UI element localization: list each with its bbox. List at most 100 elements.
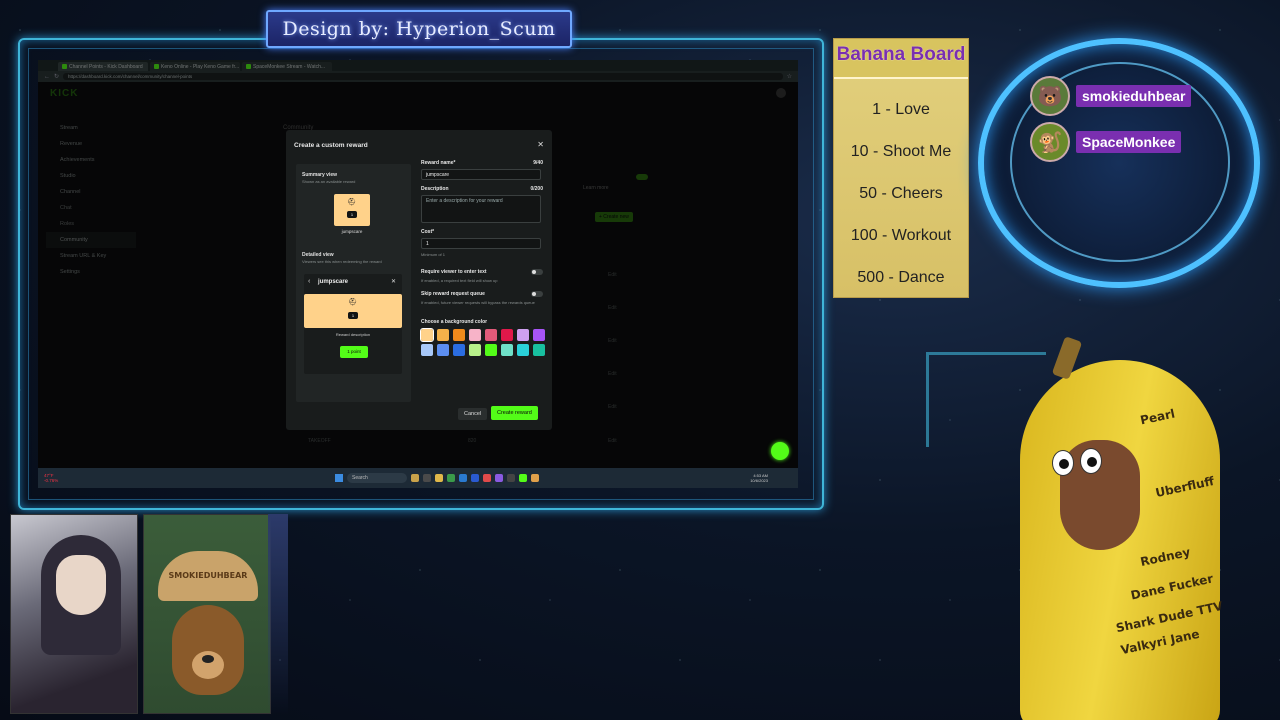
cost-label: Cost* xyxy=(421,229,435,235)
cost-hint: Minimum of 1 xyxy=(421,252,446,257)
chrome-icon[interactable] xyxy=(531,474,539,482)
color-swatch[interactable] xyxy=(533,329,545,341)
windows-start-icon[interactable] xyxy=(335,474,343,482)
hat-label: SMOKIEDUHBEAR xyxy=(168,571,248,580)
color-swatch[interactable] xyxy=(517,344,529,356)
require-text-label: Require viewer to enter text xyxy=(421,269,487,275)
viewer-name: SpaceMonkee xyxy=(1076,131,1182,153)
color-swatch[interactable] xyxy=(437,329,449,341)
require-text-toggle[interactable] xyxy=(531,269,543,275)
description-textarea[interactable]: Enter a description for your reward xyxy=(421,195,541,223)
taskbar-app-icon[interactable] xyxy=(471,474,479,482)
create-reward-button[interactable]: Create reward xyxy=(491,406,538,420)
skip-queue-toggle[interactable] xyxy=(531,291,543,297)
taskbar-app-icon[interactable] xyxy=(423,474,431,482)
banana-board-title: Banana Board xyxy=(834,39,968,79)
folder-icon[interactable] xyxy=(435,474,443,482)
chevron-left-icon: ‹ xyxy=(308,278,311,285)
bear-head xyxy=(172,605,244,695)
skip-queue-hint: If enabled, future viewer requests will … xyxy=(421,300,535,305)
reward-name-input[interactable]: jumpscare xyxy=(421,169,541,180)
reward-icon: ⛑ xyxy=(348,299,357,306)
taskbar-app-icon[interactable] xyxy=(411,474,419,482)
taskbar-search[interactable]: Search xyxy=(347,473,407,483)
detailed-preview: ‹ jumpscare ✕ ⛑ 1 Reward description 1 p… xyxy=(304,274,402,374)
detailed-view-label: Detailed view xyxy=(302,252,334,258)
color-swatch[interactable] xyxy=(517,329,529,341)
color-swatch[interactable] xyxy=(501,344,513,356)
bear-nose xyxy=(202,655,214,663)
board-item: 50 - Cheers xyxy=(859,185,943,202)
webcam-bear: SMOKIEDUHBEAR xyxy=(143,514,271,714)
color-swatch[interactable] xyxy=(533,344,545,356)
taskbar-app-icon[interactable] xyxy=(447,474,455,482)
support-chat-button[interactable] xyxy=(771,442,789,460)
color-swatch[interactable] xyxy=(420,328,434,342)
summary-view-hint: Shown as an available reward xyxy=(302,179,356,184)
googly-eye xyxy=(1052,450,1074,476)
banana-board: Banana Board 1 - Love 10 - Shoot Me 50 -… xyxy=(833,38,969,298)
anime-character-face xyxy=(56,555,106,615)
color-swatch[interactable] xyxy=(485,344,497,356)
reward-name-label: Reward name* xyxy=(421,160,456,166)
board-item: 10 - Shoot Me xyxy=(850,143,952,160)
reward-form: Reward name* 9/40 jumpscare Description 0/… xyxy=(420,160,545,356)
require-text-hint: If enabled, a required text field will s… xyxy=(421,278,498,283)
close-icon: ✕ xyxy=(390,279,396,285)
detail-reward-name: jumpscare xyxy=(318,279,349,285)
cancel-button[interactable]: Cancel xyxy=(458,408,488,420)
summary-reward-name: jumpscare xyxy=(341,229,363,234)
cost-badge: 1 xyxy=(347,211,357,218)
system-clock: 4:53 AM 10/6/2023 xyxy=(750,473,768,483)
taskbar-app-icon[interactable] xyxy=(483,474,491,482)
skip-queue-label: Skip reward request queue xyxy=(421,291,485,297)
captured-screen: Channel Points - Kick Dashboard Keno Onl… xyxy=(38,60,798,488)
modal-title: Create a custom reward xyxy=(294,142,368,149)
color-swatch[interactable] xyxy=(501,329,513,341)
color-swatch[interactable] xyxy=(469,329,481,341)
edge-icon[interactable] xyxy=(459,474,467,482)
reward-description-preview: Reward description xyxy=(335,332,371,337)
board-item: 100 - Workout xyxy=(850,227,952,244)
avatar: 🐒 xyxy=(1030,122,1070,162)
cam-accent-bar xyxy=(268,514,288,714)
kick-icon[interactable] xyxy=(519,474,527,482)
cost-badge: 1 xyxy=(348,312,358,319)
viewer-name: smokieduhbear xyxy=(1076,85,1192,107)
viewer-entry: 🐻 smokieduhbear xyxy=(1030,76,1192,116)
description-counter: 0/200 xyxy=(530,186,543,192)
detail-reward-card: ⛑ 1 xyxy=(304,294,402,328)
color-swatch[interactable] xyxy=(485,329,497,341)
color-swatch[interactable] xyxy=(421,344,433,356)
detailed-view-hint: Viewers see this when redeeming the rewa… xyxy=(302,259,382,264)
color-swatch[interactable] xyxy=(469,344,481,356)
color-swatch[interactable] xyxy=(453,329,465,341)
weather-widget[interactable]: 47°F -0.76% xyxy=(44,473,78,483)
webcam-anime xyxy=(10,514,138,714)
streamer-banana-costume: Uberfluff Rodney Dane Fucker Shark Dude … xyxy=(990,330,1270,720)
cost-input[interactable]: 1 xyxy=(421,238,541,249)
taskbar-app-icon[interactable] xyxy=(495,474,503,482)
obs-icon[interactable] xyxy=(507,474,515,482)
summary-view-label: Summary view xyxy=(302,172,338,178)
avatar: 🐻 xyxy=(1030,76,1070,116)
summary-reward-card: ⛑ 1 xyxy=(334,194,370,226)
googly-eye xyxy=(1080,448,1102,474)
color-swatch[interactable] xyxy=(437,344,449,356)
color-swatches xyxy=(420,328,545,356)
viewer-entry: 🐒 SpaceMonkee xyxy=(1030,122,1182,162)
windows-taskbar: 47°F -0.76% Search 4:53 AM 10/6/2023 xyxy=(38,468,798,488)
create-reward-modal: Create a custom reward ✕ Summary view Sh… xyxy=(286,130,552,430)
color-picker-label: Choose a background color xyxy=(421,319,488,325)
redeem-point-button: 1 point xyxy=(340,346,368,358)
design-credit-text: Design by: Hyperion_Scum xyxy=(282,18,556,40)
description-label: Description xyxy=(421,186,449,192)
board-item: 1 - Love xyxy=(872,101,930,118)
reward-icon: ⛑ xyxy=(347,199,356,206)
design-credit-banner: Design by: Hyperion_Scum xyxy=(266,10,572,48)
reward-name-counter: 9/40 xyxy=(533,160,543,166)
color-swatch[interactable] xyxy=(453,344,465,356)
preview-panel: Summary view Shown as an available rewar… xyxy=(296,164,411,402)
close-icon[interactable]: ✕ xyxy=(537,140,544,149)
board-item: 500 - Dance xyxy=(857,269,945,286)
